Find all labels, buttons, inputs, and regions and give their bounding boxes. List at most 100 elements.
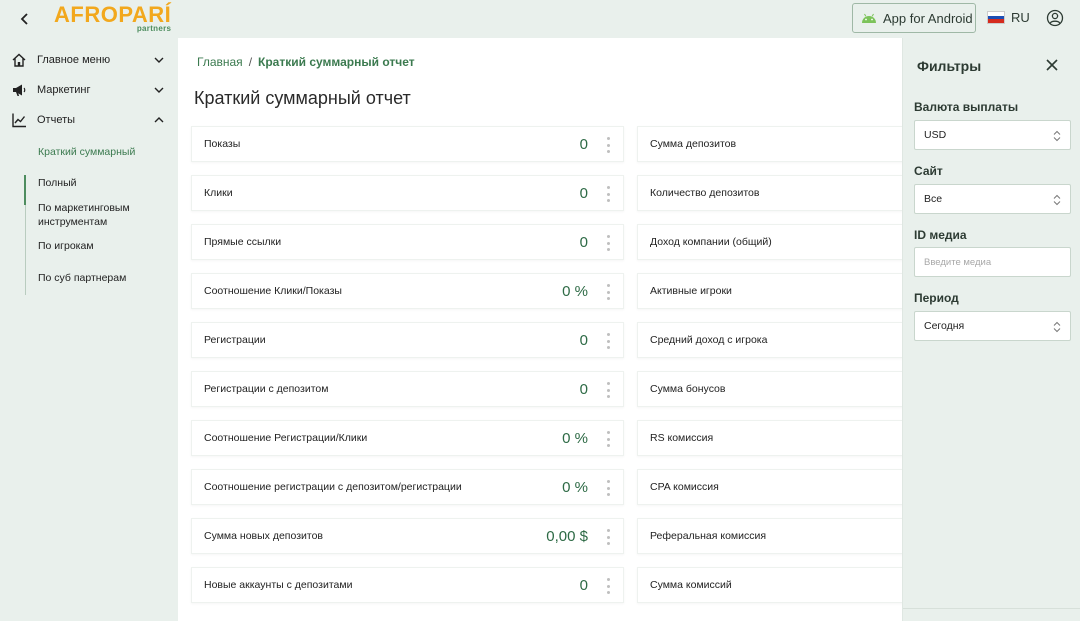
submenu-active-indicator — [24, 175, 26, 205]
select-arrows-icon — [1053, 321, 1061, 333]
page-title: Краткий суммарный отчет — [194, 88, 411, 108]
metric-card: RS комиссия — [637, 420, 902, 456]
metric-label: Показы — [204, 138, 241, 150]
chevron-left-icon — [20, 13, 28, 25]
metric-value: 0 — [579, 184, 588, 202]
metric-label: Новые аккаунты с депозитами — [204, 579, 353, 591]
metric-label: Соотношение регистрации с депозитом/реги… — [204, 481, 462, 493]
sidebar-subitem-brief-summary[interactable]: Краткий суммарный — [38, 145, 168, 159]
metric-label: Сумма депозитов — [650, 138, 737, 150]
user-account-icon[interactable] — [1046, 9, 1064, 27]
android-button-label: App for Android — [883, 10, 973, 26]
metric-label: Количество депозитов — [650, 187, 760, 199]
metric-value: 0 — [579, 380, 588, 398]
sidebar: Главное меню Маркетинг Отчеты Краткий су… — [0, 38, 178, 621]
metric-label: CPA комиссия — [650, 481, 719, 493]
metric-label: Соотношение Клики/Показы — [204, 285, 342, 297]
filters-footer-divider — [903, 608, 1080, 609]
app-for-android-button[interactable]: App for Android — [852, 3, 976, 33]
logo[interactable]: AFROPARÍ partners — [54, 3, 171, 35]
main-content: Главная / Краткий суммарный отчет Кратки… — [178, 38, 902, 621]
metric-card: Регистрации 0 — [191, 322, 624, 358]
chevron-down-icon — [154, 87, 164, 93]
metric-card: Регистрации с депозитом 0 — [191, 371, 624, 407]
metric-value: 0 % — [562, 478, 588, 496]
currency-select[interactable]: USD — [914, 120, 1071, 150]
metric-label: Реферальная комиссия — [650, 530, 767, 542]
more-options-icon[interactable] — [606, 529, 610, 545]
chart-icon — [12, 113, 26, 128]
chevron-down-icon — [154, 57, 164, 63]
chevron-up-icon — [154, 117, 164, 123]
metric-label: Клики — [204, 187, 233, 199]
sidebar-subitem-players[interactable]: По игрокам — [38, 239, 168, 253]
metric-card: Новые аккаунты с депозитами 0 — [191, 567, 624, 603]
metric-label: RS комиссия — [650, 432, 714, 444]
metric-value: 0,00 $ — [546, 527, 588, 545]
metric-card: Сумма комиссий — [637, 567, 902, 603]
sidebar-item-main-menu[interactable]: Главное меню — [0, 45, 178, 75]
metric-label: Регистрации с депозитом — [204, 383, 329, 395]
metric-card: Реферальная комиссия — [637, 518, 902, 554]
more-options-icon[interactable] — [606, 578, 610, 594]
megaphone-icon — [13, 84, 26, 96]
currency-label: Валюта выплаты — [914, 100, 1019, 114]
metric-value: 0 % — [562, 429, 588, 447]
period-select[interactable]: Сегодня — [914, 311, 1071, 341]
metric-card: Соотношение Регистрации/Клики 0 % — [191, 420, 624, 456]
sidebar-subitem-marketing-tools[interactable]: По маркетинговым инструментам — [38, 201, 168, 229]
media-id-input[interactable] — [914, 247, 1071, 277]
metric-card: Средний доход с игрока — [637, 322, 902, 358]
breadcrumb-separator: / — [248, 55, 253, 69]
period-label: Период — [914, 291, 959, 305]
metric-label: Сумма новых депозитов — [204, 530, 324, 542]
metric-card: Клики 0 — [191, 175, 624, 211]
site-select[interactable]: Все — [914, 184, 1071, 214]
breadcrumb: Главная / Краткий суммарный отчет — [197, 55, 415, 69]
metric-label: Соотношение Регистрации/Клики — [204, 432, 368, 444]
metric-label: Сумма бонусов — [650, 383, 726, 395]
sidebar-item-marketing[interactable]: Маркетинг — [0, 75, 178, 105]
period-select-value: Сегодня — [924, 320, 965, 332]
metric-value: 0 — [579, 233, 588, 251]
sidebar-subitem-full[interactable]: Полный — [38, 176, 168, 190]
breadcrumb-home-link[interactable]: Главная — [197, 55, 243, 69]
more-options-icon[interactable] — [606, 186, 610, 202]
site-label: Сайт — [914, 164, 943, 178]
metric-card: Показы 0 — [191, 126, 624, 162]
metric-card: Сумма депозитов — [637, 126, 902, 162]
select-arrows-icon — [1053, 130, 1061, 142]
metric-card: Сумма новых депозитов 0,00 $ — [191, 518, 624, 554]
more-options-icon[interactable] — [606, 382, 610, 398]
more-options-icon[interactable] — [606, 284, 610, 300]
language-selector[interactable]: RU — [987, 10, 1030, 25]
logo-subtitle: partners — [136, 24, 172, 33]
more-options-icon[interactable] — [606, 137, 610, 153]
top-bar: AFROPARÍ partners App for Android RU — [0, 0, 1080, 38]
more-options-icon[interactable] — [606, 431, 610, 447]
media-id-label: ID медиа — [914, 228, 967, 242]
breadcrumb-current: Краткий суммарный отчет — [258, 55, 415, 69]
metric-card: CPA комиссия — [637, 469, 902, 505]
metric-label: Сумма комиссий — [650, 579, 732, 591]
metric-label: Активные игроки — [650, 285, 732, 297]
more-options-icon[interactable] — [606, 480, 610, 496]
more-options-icon[interactable] — [606, 235, 610, 251]
more-options-icon[interactable] — [606, 333, 610, 349]
metric-card: Соотношение Клики/Показы 0 % — [191, 273, 624, 309]
back-button[interactable] — [14, 8, 36, 30]
metric-card: Доход компании (общий) — [637, 224, 902, 260]
sidebar-subitem-subpartners[interactable]: По суб партнерам — [38, 271, 168, 285]
close-icon[interactable] — [1045, 58, 1059, 72]
metric-value: 0 — [579, 331, 588, 349]
russia-flag-icon — [987, 11, 1005, 24]
metric-card: Соотношение регистрации с депозитом/реги… — [191, 469, 624, 505]
sidebar-item-reports[interactable]: Отчеты — [0, 105, 178, 135]
language-label: RU — [1011, 10, 1030, 25]
select-arrows-icon — [1053, 194, 1061, 206]
metric-label: Доход компании (общий) — [650, 236, 772, 248]
currency-select-value: USD — [924, 129, 947, 141]
sidebar-item-label: Отчеты — [37, 114, 76, 126]
sidebar-item-label: Главное меню — [37, 54, 111, 66]
metric-label: Регистрации — [204, 334, 266, 346]
